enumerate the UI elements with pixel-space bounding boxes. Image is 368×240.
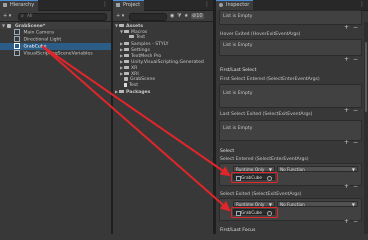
- select-exited-label: Select Exited (SelectExitEventArgs): [220, 192, 302, 197]
- highlight-box: [231, 172, 278, 183]
- project-tab-label: Project: [123, 2, 141, 8]
- tree-item-label: Packages: [126, 90, 151, 95]
- folder-icon: [119, 23, 124, 28]
- hierarchy-panel: Hierarchy ⋮ + ▾ ⌕ All ▼ GrabScene* Main …: [0, 0, 111, 234]
- add-entry-button[interactable]: +: [344, 24, 349, 31]
- project-panel: Project ⋮ + ▾ ◉ ⧩ ★ ⊘10 ▼ Assets ▼ Macros …: [113, 0, 213, 234]
- more-menu-icon[interactable]: ⋮: [359, 1, 365, 8]
- inspector-panel: Inspector ⋮ List is Empty + − Hover Exit…: [216, 0, 368, 234]
- gameobject-icon: [14, 36, 20, 42]
- inspector-tab-label: Inspector: [226, 2, 250, 8]
- first-select-entered-label: First Select Entered (SelectEnterEventAr…: [220, 77, 320, 82]
- remove-entry-button[interactable]: −: [353, 218, 358, 225]
- scene-row[interactable]: ▼ GrabScene*: [0, 22, 111, 29]
- search-icon: ⌕: [21, 13, 24, 19]
- filter-icon[interactable]: ⧩: [177, 13, 181, 19]
- hierarchy-item-label: Directional Light: [23, 37, 62, 43]
- folder-icon: [129, 34, 134, 39]
- hierarchy-icon: [3, 3, 7, 7]
- hierarchy-item-selected[interactable]: GrabCube: [0, 43, 111, 50]
- folder-icon: [124, 47, 129, 52]
- add-entry-button[interactable]: +: [344, 107, 349, 114]
- list-empty-text: List is Empty: [223, 14, 253, 19]
- remove-entry-button[interactable]: −: [353, 24, 358, 31]
- hierarchy-item-label: Main Camera: [23, 30, 54, 36]
- event-list-box: List is Empty: [219, 39, 362, 56]
- event-list-box: List is Empty: [219, 10, 362, 25]
- gameobject-icon: [14, 43, 20, 49]
- folder-icon: [124, 53, 129, 58]
- select-entered-label: Select Entered (SelectEnterEventArgs): [220, 157, 309, 162]
- project-tabbar: Project ⋮: [113, 0, 213, 11]
- project-toolbar: + ▾ ◉ ⧩ ★ ⊘10: [113, 11, 213, 22]
- folder-icon: [124, 59, 129, 64]
- folder-icon: [124, 29, 129, 34]
- expand-arrow-icon[interactable]: ▼: [2, 22, 6, 29]
- hierarchy-toolbar: + ▾ ⌕ All: [0, 11, 111, 22]
- hierarchy-item-label: GrabCube: [23, 44, 47, 50]
- list-empty-text: List is Empty: [223, 126, 253, 131]
- folder-tab-icon: [116, 3, 120, 7]
- more-menu-icon[interactable]: ⋮: [102, 1, 108, 8]
- folder-icon: [124, 65, 129, 70]
- folder-icon: [124, 71, 129, 76]
- hover-exited-label: Hover Exited (HoverExitEventArgs): [220, 32, 301, 37]
- file-icon: [124, 82, 127, 87]
- function-dropdown[interactable]: No Function ▼: [277, 166, 358, 172]
- event-list-box: List is Empty: [219, 120, 362, 141]
- add-entry-button[interactable]: +: [344, 139, 349, 146]
- project-add-button[interactable]: + ▾: [116, 13, 124, 19]
- section-heading: First/Last Select: [220, 68, 257, 73]
- hierarchy-item[interactable]: Directional Light: [0, 36, 111, 43]
- eye-icon[interactable]: ◉: [170, 13, 174, 19]
- project-search-input[interactable]: [129, 13, 167, 21]
- info-icon: [219, 3, 223, 7]
- hidden-count: 10: [196, 13, 203, 19]
- unity-scene-icon: [124, 76, 128, 81]
- folder-icon: [124, 41, 129, 46]
- dropdown-value: No Function: [280, 167, 305, 172]
- tab-project[interactable]: Project: [113, 0, 145, 11]
- hierarchy-search-input[interactable]: ⌕ All: [18, 13, 107, 21]
- event-list-box: List is Empty: [219, 84, 362, 108]
- hierarchy-tabbar: Hierarchy ⋮: [0, 0, 111, 11]
- remove-entry-button[interactable]: −: [353, 107, 358, 114]
- remove-entry-button[interactable]: −: [353, 183, 358, 190]
- hierarchy-add-button[interactable]: + ▾: [3, 13, 11, 19]
- hidden-count-badge[interactable]: ⊘10: [191, 13, 204, 19]
- add-entry-button[interactable]: +: [344, 183, 349, 190]
- hierarchy-search-placeholder: All: [27, 14, 33, 19]
- inspector-scrollbar[interactable]: [364, 22, 368, 234]
- list-empty-text: List is Empty: [223, 43, 253, 48]
- hierarchy-item[interactable]: VisualScriptingSceneVariables: [0, 50, 111, 57]
- gameobject-icon: [14, 50, 20, 56]
- chevron-down-icon: ▼: [351, 202, 355, 207]
- remove-entry-button[interactable]: −: [353, 56, 358, 63]
- add-entry-button[interactable]: +: [344, 56, 349, 63]
- unity-scene-icon: [7, 23, 12, 28]
- more-menu-icon[interactable]: ⋮: [204, 1, 210, 8]
- section-heading: First/Last Focus: [220, 228, 256, 233]
- star-icon[interactable]: ★: [184, 13, 188, 19]
- last-select-exited-label: Last Select Exited (SelectExitEventArgs): [220, 112, 313, 117]
- dropdown-value: No Function: [280, 202, 305, 207]
- scrollbar-thumb[interactable]: [365, 42, 367, 112]
- function-dropdown[interactable]: No Function ▼: [277, 201, 358, 207]
- section-heading: Select: [220, 149, 235, 154]
- folder-icon: [119, 89, 124, 94]
- remove-entry-button[interactable]: −: [353, 139, 358, 146]
- tab-hierarchy[interactable]: Hierarchy: [0, 0, 39, 11]
- hierarchy-item-label: VisualScriptingSceneVariables: [23, 51, 93, 57]
- project-tree-item[interactable]: ▶ Packages: [113, 88, 213, 95]
- gameobject-icon: [14, 29, 20, 35]
- chevron-down-icon: ▼: [351, 167, 355, 172]
- add-entry-button[interactable]: +: [344, 218, 349, 225]
- hierarchy-item[interactable]: Main Camera: [0, 29, 111, 36]
- highlight-box: [231, 207, 278, 218]
- list-empty-text: List is Empty: [223, 91, 253, 96]
- hierarchy-tab-label: Hierarchy: [10, 2, 35, 8]
